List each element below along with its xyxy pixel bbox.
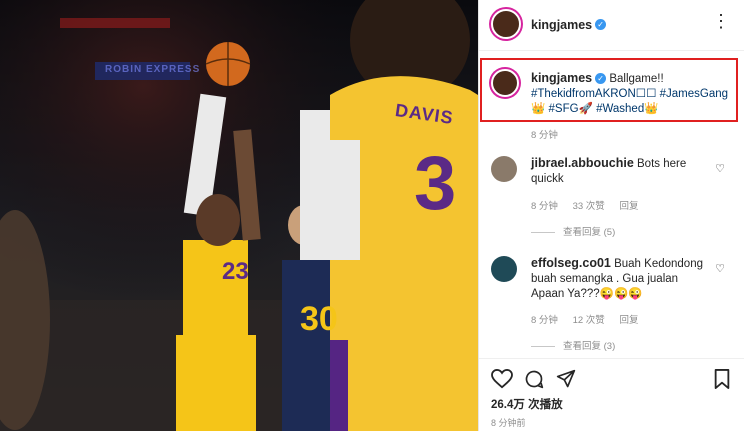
comment-like-icon[interactable]: ♡ (715, 262, 725, 275)
comment-likes[interactable]: 33 次赞 (573, 201, 605, 212)
comment-time[interactable]: 8 分钟 (531, 201, 558, 212)
view-replies-label[interactable]: 查看回复 (3) (563, 341, 615, 352)
view-count[interactable]: 26.4万 次播放 (491, 396, 563, 412)
highlight-box (480, 58, 738, 122)
post-header: kingjames ✓ ⋮ (479, 0, 744, 51)
more-icon[interactable]: ⋮ (712, 11, 731, 32)
heart-icon[interactable] (491, 369, 513, 389)
comment-meta: 8 分钟 33 次赞 回复 (531, 198, 638, 212)
comment-icon[interactable] (523, 369, 545, 389)
comment-username[interactable]: jibrael.abbouchie (531, 156, 634, 170)
divider (531, 231, 555, 233)
view-replies[interactable]: 查看回复 (5) (531, 224, 615, 238)
header-user: kingjames ✓ (531, 16, 607, 34)
comment-username[interactable]: effolseg.co01 (531, 256, 611, 270)
divider (531, 345, 555, 347)
comment-text: Buah Kedondong (614, 258, 703, 270)
comment: effolseg.co01 Buah Kedondong buah semang… (479, 250, 744, 355)
caption-time[interactable]: 8 分钟 (531, 127, 558, 141)
comment-time[interactable]: 8 分钟 (531, 315, 558, 326)
view-replies[interactable]: 查看回复 (3) (531, 338, 615, 352)
shooter-jersey-number: 23 (222, 258, 249, 285)
verified-icon: ✓ (595, 19, 607, 31)
comment-reply[interactable]: 回复 (619, 201, 638, 212)
bookmark-icon[interactable] (713, 369, 731, 389)
arena-signage: ROBIN EXPRESS (105, 64, 201, 75)
comment-body: jibrael.abbouchie Bots here quickk (531, 156, 711, 187)
share-icon[interactable] (555, 369, 577, 389)
comment-meta: 8 分钟 12 次赞 回复 (531, 312, 638, 326)
comment-avatar[interactable] (491, 256, 517, 282)
comment: jibrael.abbouchie Bots here quickk ♡ 8 分… (479, 150, 744, 240)
video-player[interactable]: ROBIN EXPRESS DAVIS 3 23 30 (0, 0, 478, 431)
jersey-number: 3 (414, 141, 457, 226)
comment-body: effolseg.co01 Buah Kedondong buah semang… (531, 256, 711, 302)
avatar[interactable] (491, 9, 521, 39)
comment-avatar[interactable] (491, 156, 517, 182)
comment-likes[interactable]: 12 次赞 (573, 315, 605, 326)
comment-text-3: Apaan Ya???😜😜😜 (531, 288, 643, 300)
comment-reply[interactable]: 回复 (619, 315, 638, 326)
action-bar (479, 358, 744, 399)
comment-text: Bots here (637, 158, 687, 170)
video-frame (0, 0, 478, 431)
comment-like-icon[interactable]: ♡ (715, 162, 725, 175)
view-replies-label[interactable]: 查看回复 (5) (563, 227, 615, 238)
username[interactable]: kingjames (531, 18, 592, 32)
posted-time: 8 分钟前 (491, 418, 526, 428)
comment-text-2: quickk (531, 173, 564, 185)
defender-jersey-number: 30 (300, 300, 338, 338)
comment-text-2: buah semangka . Gua jualan (531, 273, 679, 285)
